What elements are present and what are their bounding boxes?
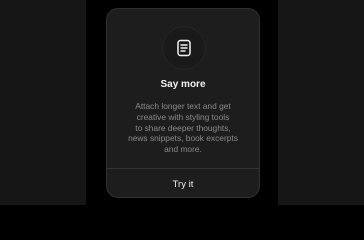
icon-badge [162, 26, 206, 70]
card-title: Say more [160, 79, 206, 90]
document-icon [177, 39, 191, 57]
background-panel-right [278, 0, 364, 205]
background-panel-left [0, 0, 86, 205]
try-it-button[interactable]: Try it [107, 169, 259, 197]
feature-card: Say more Attach longer text and get crea… [106, 8, 260, 198]
card-description: Attach longer text and get creative with… [128, 101, 238, 155]
try-it-label: Try it [172, 178, 194, 190]
